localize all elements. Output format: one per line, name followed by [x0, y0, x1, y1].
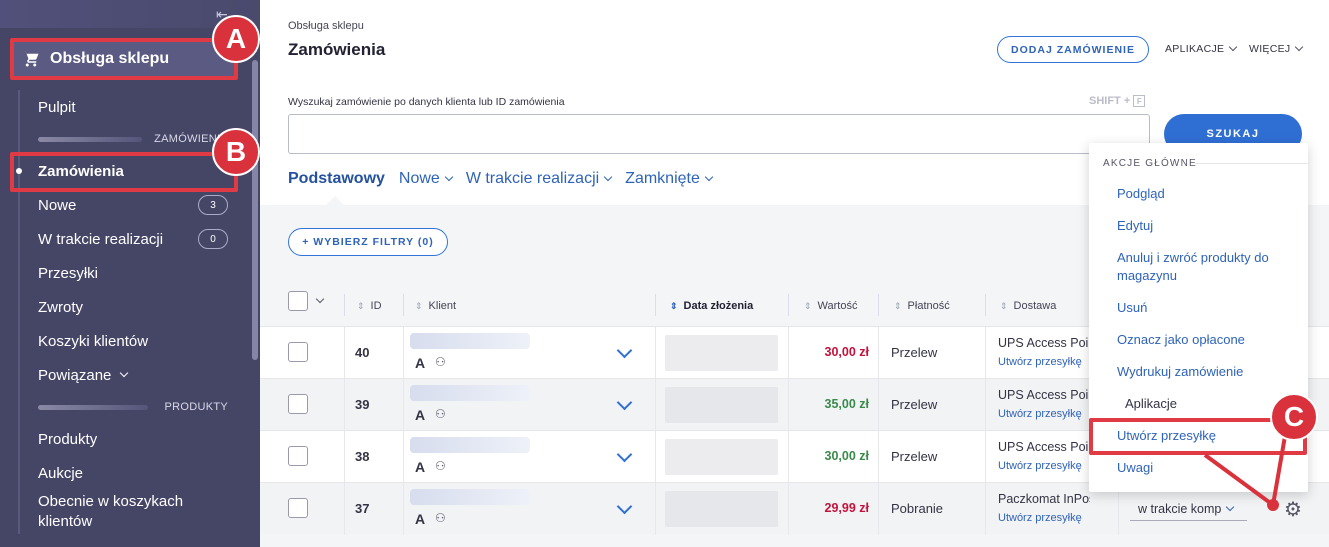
- callout-b: B: [212, 128, 260, 176]
- callout-dot: [1267, 499, 1279, 511]
- callout-a: A: [212, 15, 260, 63]
- callout-connector: [1203, 435, 1287, 507]
- callout-c: C: [1270, 393, 1318, 441]
